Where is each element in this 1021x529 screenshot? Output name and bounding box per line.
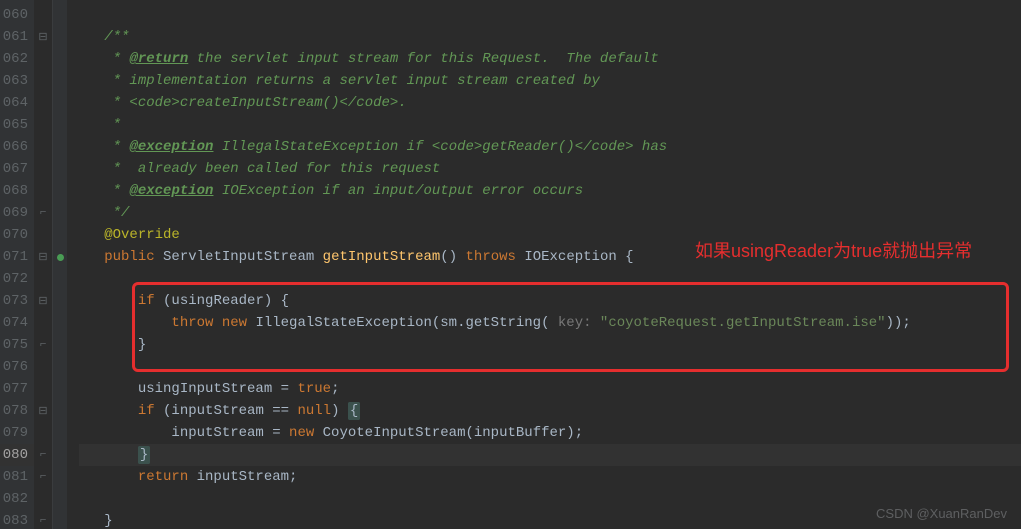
code-line[interactable]: throw new IllegalStateException(sm.getSt…: [79, 312, 1021, 334]
override-marker-icon[interactable]: [57, 254, 64, 261]
line-number: 074: [0, 312, 34, 334]
line-number: 066: [0, 136, 34, 158]
fold-end-icon: ⌐: [34, 466, 52, 488]
line-number: 073: [0, 290, 34, 312]
fold-toggle-icon[interactable]: ⊟: [34, 246, 52, 268]
watermark: CSDN @XuanRanDev: [876, 506, 1007, 521]
code-line[interactable]: [79, 4, 1021, 26]
code-line[interactable]: /**: [79, 26, 1021, 48]
line-number: 068: [0, 180, 34, 202]
line-number: 069: [0, 202, 34, 224]
line-number: 061: [0, 26, 34, 48]
fold-toggle-icon[interactable]: ⊟: [34, 26, 52, 48]
line-number-current: 080: [0, 444, 34, 466]
code-line[interactable]: [79, 356, 1021, 378]
fold-end-icon: ⌐: [34, 202, 52, 224]
line-number: 064: [0, 92, 34, 114]
code-line[interactable]: if (inputStream == null) {: [79, 400, 1021, 422]
code-line[interactable]: return inputStream;: [79, 466, 1021, 488]
line-number: 083: [0, 510, 34, 529]
code-line[interactable]: * <code>createInputStream()</code>.: [79, 92, 1021, 114]
code-line[interactable]: usingInputStream = true;: [79, 378, 1021, 400]
line-number: 077: [0, 378, 34, 400]
code-line[interactable]: */: [79, 202, 1021, 224]
line-number-gutter: 060 061 062 063 064 065 066 067 068 069 …: [0, 0, 34, 529]
code-line[interactable]: * @exception IOException if an input/out…: [79, 180, 1021, 202]
annotation-text: 如果usingReader为true就抛出异常: [695, 237, 972, 263]
code-line[interactable]: * @exception IllegalStateException if <c…: [79, 136, 1021, 158]
matched-brace: }: [138, 446, 150, 464]
code-editor[interactable]: 060 061 062 063 064 065 066 067 068 069 …: [0, 0, 1021, 529]
fold-toggle-icon[interactable]: ⊟: [34, 290, 52, 312]
code-line-current[interactable]: }: [79, 444, 1021, 466]
line-number: 067: [0, 158, 34, 180]
line-number: 063: [0, 70, 34, 92]
code-line[interactable]: * already been called for this request: [79, 158, 1021, 180]
line-number: 065: [0, 114, 34, 136]
line-number: 070: [0, 224, 34, 246]
code-line[interactable]: [79, 268, 1021, 290]
fold-toggle-icon[interactable]: ⊟: [34, 400, 52, 422]
line-number: 078: [0, 400, 34, 422]
line-number: 076: [0, 356, 34, 378]
line-number: 062: [0, 48, 34, 70]
code-area[interactable]: /** * @return the servlet input stream f…: [67, 0, 1021, 529]
line-number: 072: [0, 268, 34, 290]
code-line[interactable]: }: [79, 334, 1021, 356]
line-number: 060: [0, 4, 34, 26]
code-line[interactable]: if (usingReader) {: [79, 290, 1021, 312]
fold-gutter: ⊟ ⌐ ⊟ ⊟ ⌐ ⊟ ⌐ ⌐ ⌐: [34, 0, 53, 529]
line-number: 075: [0, 334, 34, 356]
fold-end-icon: ⌐: [34, 444, 52, 466]
marker-gutter: [53, 0, 67, 529]
fold-end-icon: ⌐: [34, 510, 52, 529]
line-number: 081: [0, 466, 34, 488]
line-number: 079: [0, 422, 34, 444]
code-line[interactable]: * implementation returns a servlet input…: [79, 70, 1021, 92]
code-line[interactable]: *: [79, 114, 1021, 136]
matched-brace: {: [348, 402, 360, 420]
line-number: 071: [0, 246, 34, 268]
code-line[interactable]: * @return the servlet input stream for t…: [79, 48, 1021, 70]
code-line[interactable]: inputStream = new CoyoteInputStream(inpu…: [79, 422, 1021, 444]
fold-end-icon: ⌐: [34, 334, 52, 356]
line-number: 082: [0, 488, 34, 510]
